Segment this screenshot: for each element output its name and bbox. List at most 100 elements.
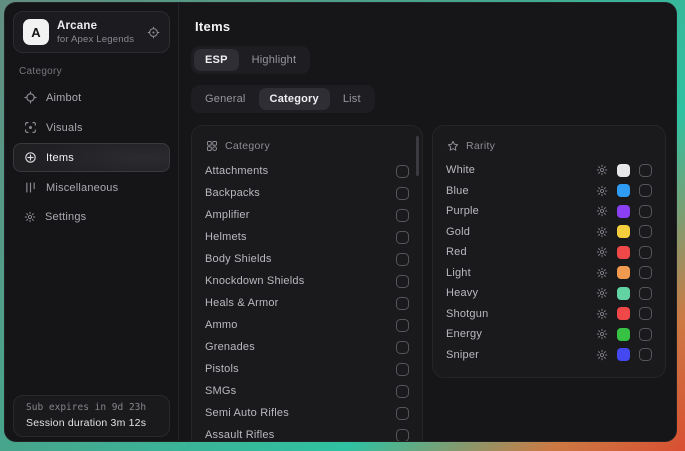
view-tab[interactable]: Category (259, 88, 330, 110)
category-panel-title: Category (225, 140, 270, 152)
mode-tab[interactable]: Highlight (241, 49, 308, 71)
rarity-checkbox[interactable] (639, 266, 652, 279)
category-checkbox[interactable] (396, 253, 409, 266)
brand-card: A Arcane for Apex Legends (13, 11, 170, 53)
mode-tabs: ESP Highlight (191, 46, 310, 74)
sidebar-item[interactable]: Items (13, 143, 170, 172)
category-checkbox[interactable] (396, 165, 409, 178)
color-swatch[interactable] (617, 348, 630, 361)
view-tab[interactable]: List (332, 88, 372, 110)
rarity-row[interactable]: Heavy (446, 283, 652, 304)
rarity-row[interactable]: Purple (446, 201, 652, 222)
mode-tab[interactable]: ESP (194, 49, 239, 71)
desktop-background: { "sidebar": { "brand": { "logo_letter":… (0, 0, 685, 451)
category-row[interactable]: Backpacks (205, 182, 409, 204)
rarity-checkbox[interactable] (639, 246, 652, 259)
rarity-checkbox[interactable] (639, 328, 652, 341)
rarity-label: Purple (446, 205, 479, 217)
color-swatch[interactable] (617, 205, 630, 218)
category-checkbox[interactable] (396, 297, 409, 310)
color-swatch[interactable] (617, 307, 630, 320)
gear-icon[interactable] (596, 267, 608, 279)
category-checkbox[interactable] (396, 187, 409, 200)
color-swatch[interactable] (617, 246, 630, 259)
category-checkbox[interactable] (396, 407, 409, 420)
category-checkbox[interactable] (396, 275, 409, 288)
color-swatch[interactable] (617, 225, 630, 238)
category-label: Heals & Armor (205, 297, 279, 309)
category-checkbox[interactable] (396, 363, 409, 376)
category-row[interactable]: Heals & Armor (205, 292, 409, 314)
rarity-checkbox[interactable] (639, 348, 652, 361)
category-row[interactable]: Grenades (205, 336, 409, 358)
gear-icon[interactable] (596, 226, 608, 238)
category-label: Ammo (205, 319, 238, 331)
color-swatch[interactable] (617, 266, 630, 279)
session-duration-text: Session duration 3m 12s (26, 416, 157, 430)
category-checkbox[interactable] (396, 319, 409, 332)
category-row[interactable]: Knockdown Shields (205, 270, 409, 292)
category-label: Amplifier (205, 209, 250, 221)
sidebar-item-label: Aimbot (46, 92, 81, 104)
target-icon[interactable] (147, 26, 160, 39)
gear-icon[interactable] (596, 185, 608, 197)
rarity-row[interactable]: White (446, 160, 652, 181)
rarity-controls (596, 328, 652, 341)
rarity-row[interactable]: Gold (446, 222, 652, 243)
sidebar-item[interactable]: Settings (13, 203, 170, 231)
category-row[interactable]: Pistols (205, 358, 409, 380)
rarity-label: Gold (446, 226, 470, 238)
brand-name: Arcane (57, 20, 134, 32)
category-row[interactable]: Ammo (205, 314, 409, 336)
category-row[interactable]: Body Shields (205, 248, 409, 270)
category-row[interactable]: Attachments (205, 160, 409, 182)
category-row[interactable]: Amplifier (205, 204, 409, 226)
rarity-checkbox[interactable] (639, 225, 652, 238)
gear-icon[interactable] (596, 349, 608, 361)
gear-icon[interactable] (596, 287, 608, 299)
rarity-checkbox[interactable] (639, 205, 652, 218)
scrollbar-thumb[interactable] (416, 136, 419, 176)
sidebar-item-label: Settings (45, 211, 86, 223)
category-checkbox[interactable] (396, 429, 409, 442)
category-checkbox[interactable] (396, 209, 409, 222)
sidebar-item[interactable]: Aimbot (13, 83, 170, 112)
gear-icon[interactable] (596, 308, 608, 320)
sidebar-section-label: Category (19, 66, 164, 77)
gear-icon[interactable] (596, 246, 608, 258)
category-checkbox[interactable] (396, 385, 409, 398)
view-tab[interactable]: General (194, 88, 257, 110)
rarity-label: Blue (446, 185, 469, 197)
color-swatch[interactable] (617, 184, 630, 197)
category-checkbox[interactable] (396, 231, 409, 244)
brand-subtitle: for Apex Legends (57, 34, 134, 45)
gear-icon[interactable] (596, 328, 608, 340)
gear-icon[interactable] (596, 205, 608, 217)
color-swatch[interactable] (617, 328, 630, 341)
rarity-checkbox[interactable] (639, 164, 652, 177)
category-row[interactable]: Assault Rifles (205, 424, 409, 442)
sidebar-item[interactable]: Miscellaneous (13, 173, 170, 202)
category-row[interactable]: Helmets (205, 226, 409, 248)
category-row[interactable]: SMGs (205, 380, 409, 402)
color-swatch[interactable] (617, 287, 630, 300)
rarity-checkbox[interactable] (639, 307, 652, 320)
color-swatch[interactable] (617, 164, 630, 177)
category-label: SMGs (205, 385, 236, 397)
rarity-row[interactable]: Light (446, 263, 652, 284)
category-checkbox[interactable] (396, 341, 409, 354)
category-row[interactable]: Semi Auto Rifles (205, 402, 409, 424)
rarity-checkbox[interactable] (639, 287, 652, 300)
rarity-row[interactable]: Energy (446, 324, 652, 345)
rarity-row[interactable]: Blue (446, 181, 652, 202)
category-label: Knockdown Shields (205, 275, 304, 287)
category-label: Assault Rifles (205, 429, 274, 441)
rarity-row[interactable]: Sniper (446, 345, 652, 366)
sidebar-item-label: Visuals (46, 122, 83, 134)
rarity-row[interactable]: Red (446, 242, 652, 263)
rarity-row[interactable]: Shotgun (446, 304, 652, 325)
sidebar-item[interactable]: Visuals (13, 113, 170, 142)
gear-icon[interactable] (596, 164, 608, 176)
rarity-panel-title: Rarity (466, 140, 495, 152)
rarity-checkbox[interactable] (639, 184, 652, 197)
